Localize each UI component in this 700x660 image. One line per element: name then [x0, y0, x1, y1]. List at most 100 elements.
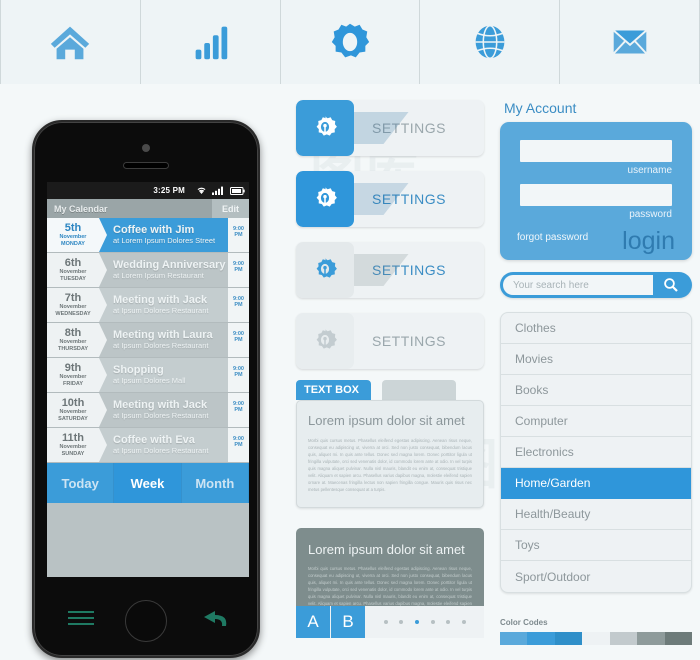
toolbar-item-mail[interactable] — [560, 0, 700, 84]
calendar-event-row[interactable]: 10th November SATURDAY Meeting with Jack at … — [47, 393, 249, 428]
home-button[interactable] — [125, 600, 167, 642]
earpiece-speaker — [123, 162, 169, 169]
password-label: password — [629, 209, 672, 220]
event-place: at Ipsum Dolores Mall — [113, 376, 186, 385]
category-item[interactable]: Computer — [501, 406, 691, 437]
calendar-event-row[interactable]: 8th November THURSDAY Meeting with Laura at … — [47, 323, 249, 358]
category-item[interactable]: Toys — [501, 530, 691, 561]
category-item[interactable]: Electronics — [501, 437, 691, 468]
category-item[interactable]: Sport/Outdoor — [501, 561, 691, 592]
color-codes-title: Color Codes — [500, 618, 548, 627]
settings-button[interactable]: SETTINGS — [296, 313, 484, 369]
category-item[interactable]: Books — [501, 375, 691, 406]
pagination-dot[interactable] — [399, 620, 404, 624]
event-time: 9:00 PM — [228, 253, 249, 287]
calendar-edit-button[interactable]: Edit — [212, 199, 249, 218]
pagination-dot[interactable] — [462, 620, 467, 624]
event-date: 10th November SATURDAY — [47, 393, 107, 427]
event-weekday: FRIDAY — [63, 380, 83, 387]
settings-button[interactable]: SETTINGS — [296, 171, 484, 227]
category-item[interactable]: Movies — [501, 344, 691, 375]
pagination-dot[interactable] — [430, 620, 435, 624]
username-input[interactable] — [520, 140, 672, 162]
battery-icon — [230, 186, 245, 195]
button-b[interactable]: B — [331, 606, 366, 638]
toolbar-item-home[interactable] — [0, 0, 141, 84]
toolbar-item-settings[interactable] — [281, 0, 421, 84]
back-icon[interactable] — [202, 610, 228, 628]
search-bar: Your search here — [500, 272, 692, 298]
event-time-meridiem: PM — [234, 301, 243, 308]
search-input[interactable]: Your search here — [503, 275, 653, 295]
event-weekday: SATURDAY — [58, 415, 88, 422]
event-month: November — [59, 268, 87, 275]
gear-icon — [316, 187, 337, 207]
status-bar: 3:25 PM — [47, 182, 249, 199]
pagination-dots[interactable] — [366, 606, 484, 638]
settings-icon-tile — [296, 242, 354, 298]
text-box-tab-label[interactable]: TEXT BOX — [296, 380, 372, 400]
calendar-event-row[interactable]: 11th November SUNDAY Coffee with Eva at Ipsu… — [47, 428, 249, 463]
gray-content-panel: Lorem ipsum dolor sit amet Morbi quis cu… — [296, 528, 484, 638]
toolbar-item-statistics[interactable] — [141, 0, 281, 84]
color-swatch — [637, 632, 665, 645]
category-item[interactable]: Home/Garden — [501, 468, 691, 499]
event-info: Wedding Anniversary at Lorem Ipsum Restau… — [99, 253, 228, 287]
password-input[interactable] — [520, 184, 672, 206]
gray-panel-footer: A B — [296, 606, 484, 638]
button-a[interactable]: A — [296, 606, 331, 638]
wifi-icon — [197, 187, 206, 194]
calendar-title: My Calendar — [54, 203, 108, 214]
event-place: at Lorem Ipsum Dolores Street — [113, 236, 216, 245]
calendar-header: My Calendar Edit — [47, 199, 249, 218]
settings-button[interactable]: SETTINGS — [296, 100, 484, 156]
event-place: at Lorem Ipsum Restaurant — [113, 271, 204, 280]
forgot-password-link[interactable]: forgot password — [517, 232, 588, 243]
category-item[interactable]: Clothes — [501, 313, 691, 344]
home-icon — [51, 26, 90, 60]
calendar-tab-today[interactable]: Today — [47, 463, 115, 503]
text-box-paragraph: Morbi quis cursus metus. Phasellus eleif… — [308, 438, 472, 492]
event-title: Meeting with Jack — [113, 294, 208, 306]
event-time: 9:00 PM — [228, 323, 249, 357]
event-weekday: TUESDAY — [60, 275, 86, 282]
calendar-tab-week[interactable]: Week — [114, 463, 182, 503]
color-swatch — [609, 632, 638, 645]
account-title: My Account — [504, 100, 577, 116]
search-icon — [664, 278, 678, 292]
settings-button-group: SETTINGS SETTINGS SETTINGS SETTINGS — [296, 100, 484, 384]
settings-icon-tile — [296, 313, 354, 369]
front-camera-icon — [142, 144, 150, 152]
event-month: November — [59, 408, 87, 415]
color-swatch — [554, 632, 583, 645]
event-day: 11th — [61, 431, 84, 444]
event-weekday: MONDAY — [61, 240, 85, 247]
settings-button[interactable]: SETTINGS — [296, 242, 484, 298]
pagination-dot[interactable] — [383, 620, 388, 624]
event-info: Coffee with Jim at Lorem Ipsum Dolores St… — [99, 218, 228, 252]
calendar-event-row[interactable]: 7th November WEDNESDAY Meeting with Jack at … — [47, 288, 249, 323]
event-time-meridiem: PM — [234, 371, 243, 378]
settings-icon-tile — [296, 171, 354, 227]
top-toolbar — [0, 0, 700, 84]
event-month: November — [59, 443, 87, 450]
menu-icon[interactable] — [68, 610, 94, 626]
pagination-dot[interactable] — [446, 620, 451, 624]
search-button[interactable] — [653, 275, 689, 295]
category-item[interactable]: Health/Beauty — [501, 499, 691, 530]
event-day: 5th — [64, 221, 82, 234]
pagination-dot[interactable] — [415, 620, 420, 624]
login-panel: username password forgot password login — [500, 122, 692, 260]
toolbar-item-web[interactable] — [420, 0, 561, 84]
color-swatch — [582, 632, 610, 645]
event-day: 7th — [64, 291, 82, 304]
login-button[interactable]: login — [622, 227, 675, 256]
bar-chart-icon — [195, 26, 228, 60]
calendar-event-row[interactable]: 9th November FRIDAY Shopping at Ipsum Dolore… — [47, 358, 249, 393]
calendar-tab-month[interactable]: Month — [181, 463, 249, 503]
event-date: 11th November SUNDAY — [47, 428, 107, 462]
text-box-body: Lorem ipsum dolor sit amet Morbi quis cu… — [296, 400, 484, 508]
calendar-event-row[interactable]: 6th November TUESDAY Wedding Anniversary at … — [47, 253, 249, 288]
calendar-event-row[interactable]: 5th November MONDAY Coffee with Jim at Lorem… — [47, 218, 249, 253]
event-weekday: SUNDAY — [61, 450, 85, 457]
